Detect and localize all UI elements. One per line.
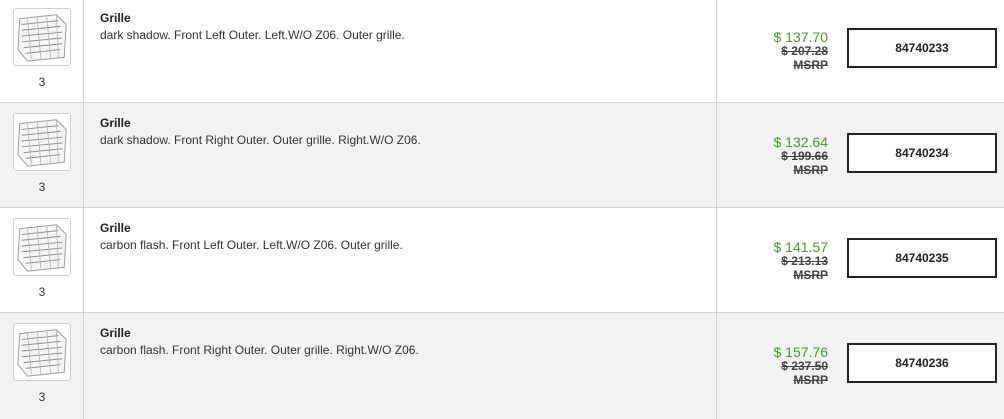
quantity-label: 3 xyxy=(38,285,46,299)
column-divider xyxy=(716,0,717,102)
part-row: 3 Grille dark shadow. Front Left Outer. … xyxy=(0,0,1004,103)
thumbnail-cell: 3 xyxy=(0,0,84,102)
part-number-button[interactable]: 84740234 xyxy=(847,133,997,173)
msrp-price: $ 199.66 xyxy=(781,149,828,163)
parts-list: 3 Grille dark shadow. Front Left Outer. … xyxy=(0,0,1004,419)
part-number-button[interactable]: 84740233 xyxy=(847,28,997,68)
price-block: $ 132.64 $ 199.66 MSRP xyxy=(730,134,829,177)
msrp-label: MSRP xyxy=(793,58,828,72)
grille-icon xyxy=(17,329,67,377)
grille-icon xyxy=(17,119,67,167)
msrp-price: $ 207.28 xyxy=(781,44,828,58)
grille-icon xyxy=(17,224,67,272)
sale-price: $ 132.64 xyxy=(773,134,829,150)
part-description: carbon flash. Front Right Outer. Outer g… xyxy=(100,343,419,357)
part-row: 3 Grille dark shadow. Front Right Outer.… xyxy=(0,103,1004,208)
thumbnail-cell: 3 xyxy=(0,103,84,207)
quantity-label: 3 xyxy=(38,390,46,404)
part-thumbnail[interactable] xyxy=(13,113,71,171)
msrp-label: MSRP xyxy=(793,163,828,177)
thumbnail-cell: 3 xyxy=(0,208,84,312)
part-title: Grille xyxy=(100,11,131,25)
part-number-button[interactable]: 84740236 xyxy=(847,343,997,383)
part-title: Grille xyxy=(100,326,131,340)
part-number-button[interactable]: 84740235 xyxy=(847,238,997,278)
part-description: dark shadow. Front Right Outer. Outer gr… xyxy=(100,133,421,147)
msrp-price: $ 237.50 xyxy=(781,359,828,373)
part-description: dark shadow. Front Left Outer. Left.W/O … xyxy=(100,28,405,42)
price-block: $ 141.57 $ 213.13 MSRP xyxy=(730,239,829,282)
part-row: 3 Grille carbon flash. Front Left Outer.… xyxy=(0,208,1004,313)
column-divider xyxy=(716,208,717,312)
part-thumbnail[interactable] xyxy=(13,218,71,276)
msrp-label: MSRP xyxy=(793,373,828,387)
sale-price: $ 141.57 xyxy=(773,239,829,255)
column-divider xyxy=(716,103,717,207)
part-title: Grille xyxy=(100,221,131,235)
grille-icon xyxy=(17,14,67,62)
price-block: $ 137.70 $ 207.28 MSRP xyxy=(730,29,829,72)
part-row: 3 Grille carbon flash. Front Right Outer… xyxy=(0,313,1004,419)
msrp-price: $ 213.13 xyxy=(781,254,828,268)
thumbnail-cell: 3 xyxy=(0,313,84,419)
price-block: $ 157.76 $ 237.50 MSRP xyxy=(730,344,829,387)
msrp-label: MSRP xyxy=(793,268,828,282)
quantity-label: 3 xyxy=(38,180,46,194)
part-thumbnail[interactable] xyxy=(13,323,71,381)
quantity-label: 3 xyxy=(38,75,46,89)
part-thumbnail[interactable] xyxy=(13,8,71,66)
part-title: Grille xyxy=(100,116,131,130)
sale-price: $ 157.76 xyxy=(773,344,829,360)
column-divider xyxy=(716,313,717,419)
sale-price: $ 137.70 xyxy=(773,29,829,45)
part-description: carbon flash. Front Left Outer. Left.W/O… xyxy=(100,238,403,252)
